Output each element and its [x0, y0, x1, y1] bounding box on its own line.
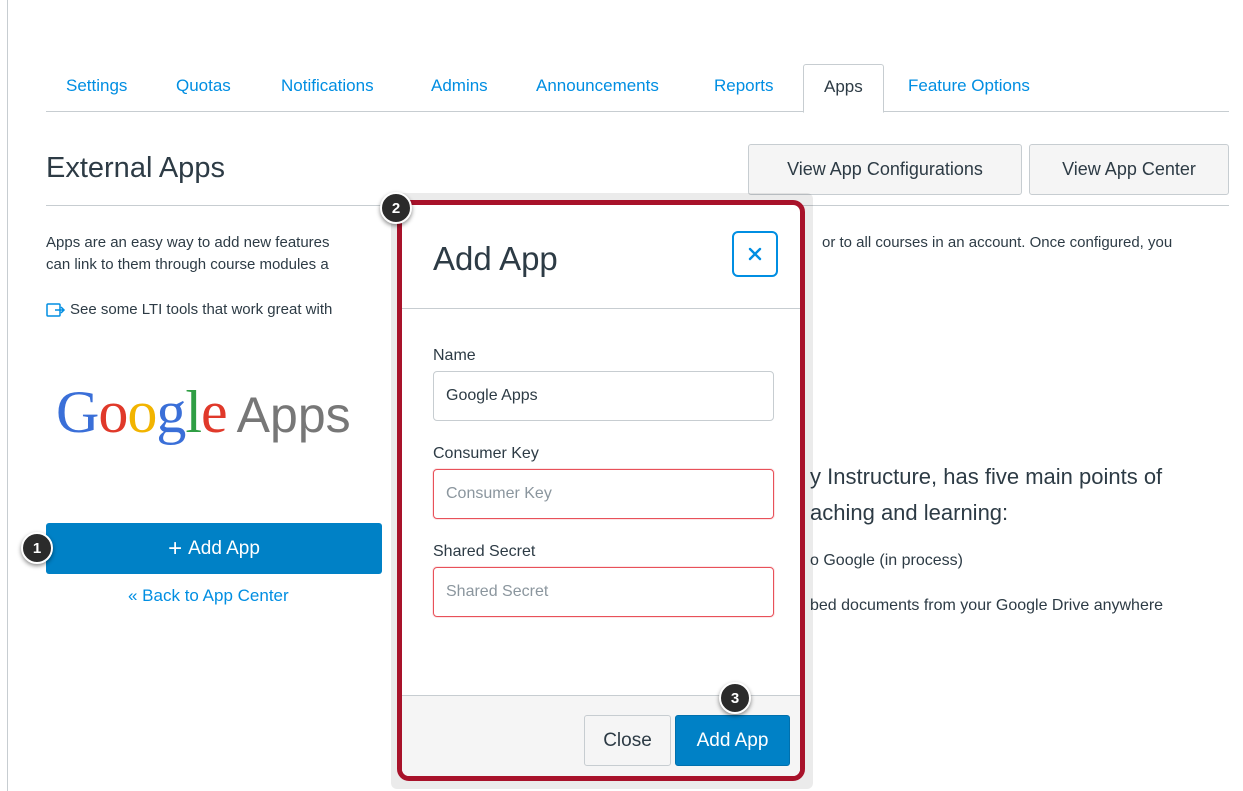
- modal-title: Add App: [433, 240, 558, 277]
- modal-header: Add App: [402, 205, 800, 309]
- settings-tabs: Settings Quotas Notifications Admins Ann…: [46, 64, 1229, 113]
- app-description-line2: aching and learning:: [810, 500, 1009, 525]
- shared-secret-label: Shared Secret: [433, 543, 536, 560]
- apps-wordmark: Apps: [236, 387, 351, 443]
- close-icon: [748, 247, 762, 261]
- view-app-configurations-button[interactable]: View App Configurations: [748, 144, 1022, 195]
- description-line1-end: or to all courses in an account. Once co…: [822, 234, 1173, 251]
- tab-settings[interactable]: Settings: [66, 76, 127, 96]
- consumer-key-label: Consumer Key: [433, 445, 539, 462]
- plus-icon: +: [168, 534, 183, 562]
- add-app-button-label: Add App: [188, 537, 260, 559]
- tab-notifications[interactable]: Notifications: [281, 76, 374, 96]
- tab-admins[interactable]: Admins: [431, 76, 488, 96]
- view-app-center-button[interactable]: View App Center: [1029, 144, 1229, 195]
- callout-badge-1: 1: [21, 532, 53, 564]
- callout-badge-2: 2: [380, 192, 412, 224]
- back-to-app-center-link[interactable]: « Back to App Center: [128, 586, 289, 606]
- app-description-line1: y Instructure, has five main points of: [810, 464, 1163, 489]
- callout-badge-3: 3: [719, 682, 751, 714]
- page-title: External Apps: [46, 152, 225, 184]
- name-label: Name: [433, 347, 476, 364]
- consumer-key-input[interactable]: [433, 469, 774, 519]
- close-button[interactable]: Close: [584, 715, 671, 766]
- shared-secret-input[interactable]: [433, 567, 774, 617]
- google-apps-logo: Google Apps: [56, 378, 351, 447]
- app-feature-item-2: bed documents from your Google Drive any…: [810, 597, 1164, 614]
- submit-add-app-button[interactable]: Add App: [675, 715, 790, 766]
- modal-close-button[interactable]: [732, 231, 778, 277]
- tab-reports[interactable]: Reports: [714, 76, 774, 96]
- tab-quotas[interactable]: Quotas: [176, 76, 231, 96]
- app-feature-item-1: o Google (in process): [810, 552, 963, 569]
- name-input[interactable]: [433, 371, 774, 421]
- description-line2-start: can link to them through course modules …: [46, 256, 329, 273]
- add-app-button[interactable]: + Add App: [46, 523, 382, 574]
- lti-tools-link[interactable]: See some LTI tools that work great with: [46, 301, 332, 318]
- page-left-border: [7, 0, 8, 791]
- tab-announcements[interactable]: Announcements: [536, 76, 659, 96]
- tab-feature-options[interactable]: Feature Options: [908, 76, 1030, 96]
- tab-apps[interactable]: Apps: [803, 64, 884, 113]
- external-link-icon: [46, 302, 66, 317]
- google-wordmark: Google: [56, 379, 228, 445]
- lti-link-text: See some LTI tools that work great with: [70, 301, 333, 318]
